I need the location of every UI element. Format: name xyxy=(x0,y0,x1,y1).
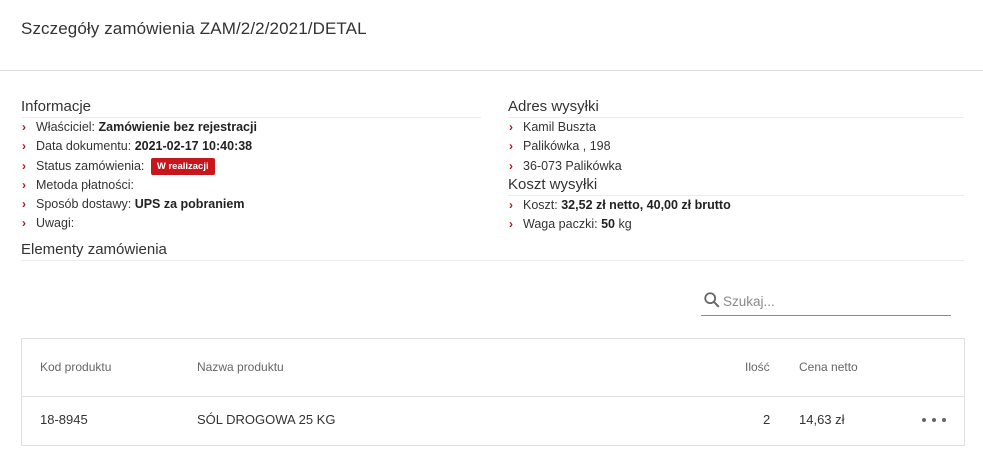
package-weight-row: › Waga paczki: 50 kg xyxy=(508,215,964,234)
chevron-right-icon: › xyxy=(509,139,513,154)
search-icon[interactable] xyxy=(703,291,721,309)
info-notes: › Uwagi: xyxy=(21,214,481,233)
order-items-table: Kod produktu Nazwa produktu Ilość Cena n… xyxy=(21,338,965,446)
info-owner: › Właściciel: Zamówienie bez rejestracji xyxy=(21,118,481,137)
address-line: › Kamil Buszta xyxy=(508,118,964,137)
cell-name: SÓL DROGOWA 25 KG xyxy=(197,412,336,427)
delivery-label: Sposób dostawy: xyxy=(36,197,132,212)
column-header-price[interactable]: Cena netto xyxy=(799,360,858,374)
info-list: › Właściciel: Zamówienie bez rejestracji… xyxy=(21,118,481,234)
info-delivery: › Sposób dostawy: UPS za pobraniem xyxy=(21,195,481,214)
cost-label: Koszt: xyxy=(523,197,558,212)
more-horizontal-icon[interactable] xyxy=(922,411,946,429)
weight-value: 50 xyxy=(601,217,615,232)
chevron-right-icon: › xyxy=(509,120,513,134)
page-header: Szczegóły zamówienia ZAM/2/2/2021/DETAL xyxy=(0,0,983,71)
weight-unit: kg xyxy=(618,217,632,232)
address-city: 36-073 Palikówka xyxy=(523,158,622,173)
owner-label: Właściciel: xyxy=(36,120,96,134)
shipping-cost-list: › Koszt: 32,52 zł netto, 40,00 zł brutto… xyxy=(508,196,964,235)
status-badge: W realizacji xyxy=(150,157,215,175)
chevron-right-icon: › xyxy=(509,217,513,232)
order-items-heading: Elementy zamówienia xyxy=(21,241,964,261)
cell-price: 14,63 zł xyxy=(799,412,845,427)
column-header-code[interactable]: Kod produktu xyxy=(40,360,111,374)
chevron-right-icon: › xyxy=(22,197,26,212)
weight-label: Waga paczki: xyxy=(523,217,598,232)
info-heading: Informacje xyxy=(21,98,481,118)
address-line: › 36-073 Palikówka xyxy=(508,157,964,176)
chevron-right-icon: › xyxy=(22,120,26,134)
shipping-cost-heading: Koszt wysyłki xyxy=(508,176,964,196)
page-title: Szczegóły zamówienia ZAM/2/2/2021/DETAL xyxy=(21,19,367,38)
date-label: Data dokumentu: xyxy=(36,139,132,154)
delivery-value: UPS za pobraniem xyxy=(134,197,245,212)
chevron-right-icon: › xyxy=(22,139,26,154)
shipping-address-list: › Kamil Buszta › Palikówka , 198 › 36-07… xyxy=(508,118,964,176)
payment-label: Metoda płatności: xyxy=(36,177,134,192)
chevron-right-icon: › xyxy=(509,158,513,173)
shipping-address-heading: Adres wysyłki xyxy=(508,98,964,118)
owner-value: Zamówienie bez rejestracji xyxy=(98,120,257,134)
table-row[interactable]: 18-8945 SÓL DROGOWA 25 KG 2 14,63 zł xyxy=(22,397,964,445)
column-header-qty[interactable]: Ilość xyxy=(745,360,770,374)
chevron-right-icon: › xyxy=(509,197,513,212)
info-date: › Data dokumentu: 2021-02-17 10:40:38 xyxy=(21,137,481,156)
status-label: Status zamówienia: xyxy=(36,158,145,173)
column-header-name[interactable]: Nazwa produktu xyxy=(197,360,284,374)
info-section: Informacje › Właściciel: Zamówienie bez … xyxy=(21,98,481,234)
chevron-right-icon: › xyxy=(22,216,26,231)
info-payment: › Metoda płatności: xyxy=(21,176,481,195)
search-input[interactable] xyxy=(723,290,948,312)
cell-code: 18-8945 xyxy=(40,412,88,427)
info-status: › Status zamówienia: W realizacji xyxy=(21,157,481,176)
address-line: › Palikówka , 198 xyxy=(508,137,964,156)
date-value: 2021-02-17 10:40:38 xyxy=(134,139,253,154)
address-street: Palikówka , 198 xyxy=(523,139,611,154)
chevron-right-icon: › xyxy=(22,158,26,173)
shipping-section: Adres wysyłki › Kamil Buszta › Palikówka… xyxy=(508,98,964,234)
cell-qty: 2 xyxy=(763,412,771,427)
table-header: Kod produktu Nazwa produktu Ilość Cena n… xyxy=(22,339,964,397)
shipping-cost-row: › Koszt: 32,52 zł netto, 40,00 zł brutto xyxy=(508,196,964,215)
address-name: Kamil Buszta xyxy=(523,120,596,134)
notes-label: Uwagi: xyxy=(36,216,75,231)
cost-value: 32,52 zł netto, 40,00 zł brutto xyxy=(561,197,731,212)
chevron-right-icon: › xyxy=(22,177,26,192)
search-box xyxy=(701,288,951,316)
